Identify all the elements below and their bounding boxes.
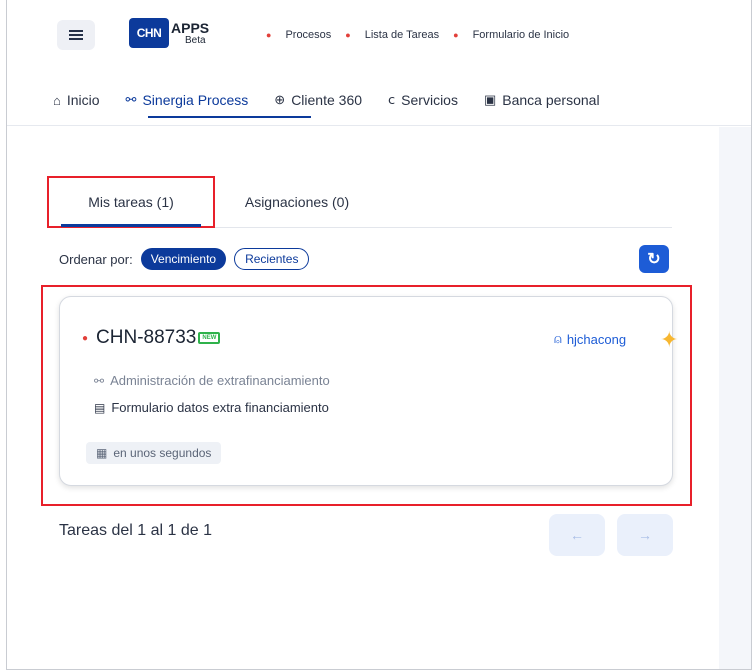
active-tab-indicator: [61, 224, 201, 227]
task-process-label: Administración de extrafinanciamiento: [110, 373, 330, 388]
nav-item-inicio[interactable]: ⌂ Inicio: [53, 88, 100, 112]
nav-item-cliente-360[interactable]: ⊕ Cliente 360: [274, 88, 362, 112]
app-frame: CHN APPS Beta ● Procesos ● Lista de Tare…: [6, 0, 752, 670]
arrow-left-icon: ←: [570, 527, 584, 543]
due-badge: ▦ en unos segundos: [86, 442, 222, 464]
logo-beta-label: Beta: [185, 35, 206, 46]
main-nav: ⌂ Inicio ⚯ Sinergia Process ⊕ Cliente 36…: [53, 88, 626, 112]
breadcrumb: ● Procesos ● Lista de Tareas ● Formulari…: [252, 29, 569, 41]
services-icon: ⅽ: [388, 92, 396, 107]
nav-item-banca-personal[interactable]: ▣ Banca personal: [484, 88, 600, 112]
arrow-right-icon: →: [638, 527, 652, 543]
due-label: en unos segundos: [113, 446, 212, 460]
assignee-name: hjchacong: [566, 331, 627, 347]
app-logo[interactable]: CHN APPS Beta: [129, 18, 209, 48]
bank-icon: ▣: [483, 92, 497, 107]
task-tabs: Mis tareas (1) Asignaciones (0): [47, 176, 672, 228]
side-panel: [719, 127, 751, 669]
task-process: ⚯ Administración de extrafinanciamiento: [94, 373, 330, 388]
task-title: ● CHN-88733 NEW: [82, 327, 221, 349]
top-bar: CHN APPS Beta ● Procesos ● Lista de Tare…: [7, 0, 751, 126]
task-id: CHN-88733: [96, 327, 197, 348]
breadcrumb-item-formulario[interactable]: Formulario de Inicio: [473, 29, 570, 41]
nav-item-label: Inicio: [66, 92, 100, 108]
calendar-icon: ▦: [96, 446, 108, 460]
task-form-label: Formulario datos extra financiamiento: [111, 400, 329, 415]
process-icon: ⚯: [94, 373, 105, 388]
pagination-summary: Tareas del 1 al 1 de 1: [59, 522, 212, 539]
refresh-button[interactable]: ↻: [639, 245, 669, 273]
nav-item-label: Banca personal: [502, 92, 600, 108]
active-nav-indicator: [148, 116, 311, 118]
new-badge: NEW: [198, 332, 221, 344]
breadcrumb-separator-icon: ●: [453, 30, 459, 40]
status-dot-icon: ●: [82, 332, 89, 344]
nav-item-label: Sinergia Process: [142, 92, 249, 108]
nav-item-label: Cliente 360: [291, 92, 363, 108]
next-page-button[interactable]: →: [617, 514, 673, 556]
hamburger-menu-button[interactable]: [57, 20, 95, 50]
document-icon: ▤: [94, 400, 106, 415]
menu-icon: [69, 34, 83, 36]
task-form: ▤ Formulario datos extra financiamiento: [94, 400, 329, 415]
breadcrumb-separator-icon: ●: [266, 30, 272, 40]
tab-label: Asignaciones (0): [244, 194, 350, 210]
sort-chip-recientes[interactable]: Recientes: [234, 248, 310, 270]
refresh-icon: ↻: [647, 251, 661, 268]
nav-item-sinergia-process[interactable]: ⚯ Sinergia Process: [126, 88, 249, 112]
user-icon: ⍝: [554, 331, 562, 346]
nav-item-label: Servicios: [401, 92, 458, 108]
sort-bar: Ordenar por: Vencimiento Recientes: [59, 248, 310, 270]
assignee[interactable]: ⍝ hjchacong: [554, 331, 626, 347]
tab-mis-tareas[interactable]: Mis tareas (1): [47, 176, 215, 228]
sort-label: Ordenar por:: [59, 251, 133, 267]
nav-item-servicios[interactable]: ⅽ Servicios: [388, 88, 458, 112]
logo-mark: CHN: [129, 18, 169, 48]
breadcrumb-separator-icon: ●: [345, 30, 351, 40]
previous-page-button[interactable]: ←: [549, 514, 605, 556]
task-card[interactable]: ● CHN-88733 NEW ⍝ hjchacong ✦ ⚯ Administ…: [59, 296, 678, 486]
home-icon: ⌂: [53, 92, 61, 108]
tab-asignaciones[interactable]: Asignaciones (0): [233, 176, 361, 228]
target-icon: ⊕: [274, 92, 286, 107]
process-icon: ⚯: [125, 92, 137, 107]
tab-label: Mis tareas (1): [88, 194, 174, 210]
sparkle-icon: ✦: [660, 327, 679, 352]
sort-chip-vencimiento[interactable]: Vencimiento: [140, 248, 227, 270]
logo-text: APPS: [171, 20, 210, 36]
breadcrumb-item-lista-tareas[interactable]: Lista de Tareas: [365, 29, 439, 41]
breadcrumb-item-procesos[interactable]: Procesos: [285, 29, 331, 41]
